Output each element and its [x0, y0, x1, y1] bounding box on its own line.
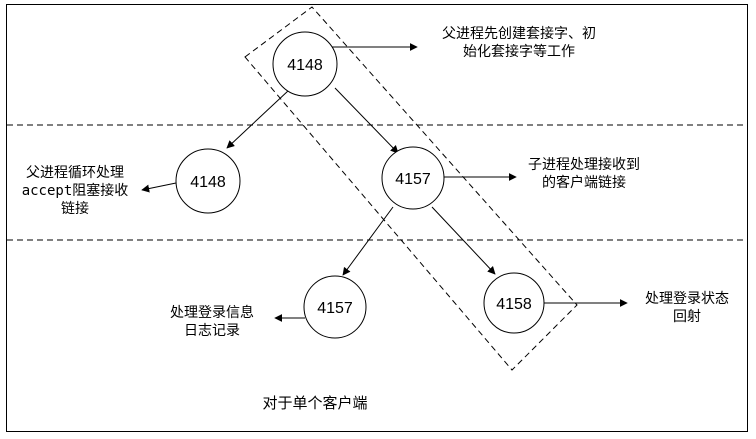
process-id: 4148 — [287, 57, 323, 74]
label-child-handle: 子进程处理接收到 的客户端链接 — [520, 156, 648, 192]
label-line: 始化套接字等工作 — [463, 44, 575, 60]
label-line: 日志记录 — [184, 323, 240, 339]
fork-arrow-child-to-log — [342, 206, 394, 276]
annotation-arrow-parent-loop — [141, 182, 177, 193]
process-node-parent-loop: 4148 — [175, 148, 241, 214]
process-id: 4158 — [496, 296, 532, 313]
fork-arrow-root-to-child — [334, 87, 399, 154]
process-node-grandchild: 4158 — [483, 272, 545, 334]
label-line: accept阻塞接收 — [21, 183, 129, 199]
fork-arrow-root-to-parent-loop — [226, 89, 290, 149]
label-line: 的客户端链接 — [542, 175, 626, 191]
process-node-child: 4157 — [381, 146, 445, 210]
process-tree-diagram: 4148 4148 4157 4157 4158 — [7, 6, 747, 371]
label-login-log: 处理登录信息 日志记录 — [158, 304, 266, 340]
label-line: 回射 — [673, 309, 701, 325]
label-line: 处理登录状态 — [645, 291, 729, 307]
process-id: 4148 — [190, 174, 226, 191]
label-login-status: 处理登录状态 回射 — [632, 290, 742, 326]
label-parent-loop: 父进程循环处理 accept阻塞接收 链接 — [12, 164, 138, 218]
label-line: 子进程处理接收到 — [528, 157, 640, 173]
label-line: 链接 — [61, 201, 89, 217]
process-node-root-parent: 4148 — [272, 31, 338, 97]
label-parent-init: 父进程先创建套接字、初 始化套接字等工作 — [424, 25, 614, 61]
label-line: 父进程先创建套接字、初 — [442, 26, 596, 42]
process-node-child-log: 4157 — [303, 275, 367, 339]
process-id: 4157 — [317, 300, 353, 317]
label-line: 父进程循环处理 — [26, 165, 124, 181]
diagram-caption: 对于单个客户端 — [262, 394, 368, 412]
process-id: 4157 — [395, 171, 431, 188]
label-line: 处理登录信息 — [170, 305, 254, 321]
